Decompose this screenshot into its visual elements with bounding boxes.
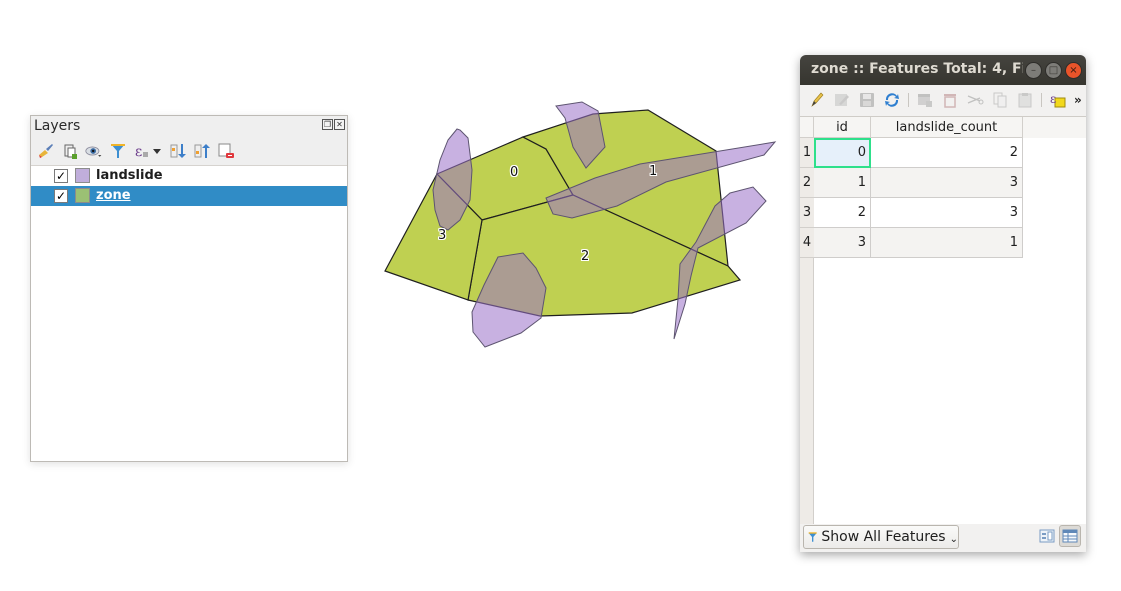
toolbar-overflow-button[interactable]: » xyxy=(1074,93,1082,107)
zone-label-0: 0 xyxy=(510,165,519,180)
layer-symbol-swatch xyxy=(75,188,90,203)
zone-label-1: 1 xyxy=(649,164,658,179)
zone-label-2: 2 xyxy=(581,249,590,264)
feature-filter-dropdown[interactable]: Show All Features ⌄ xyxy=(803,525,959,549)
close-button[interactable]: × xyxy=(1065,62,1082,79)
toolbar-separator xyxy=(908,93,909,107)
table-header-row: id landslide_count xyxy=(800,117,1086,138)
map-canvas[interactable]: 0 1 2 3 xyxy=(360,80,790,380)
close-panel-button[interactable]: ✕ xyxy=(334,119,345,130)
layers-panel: Layers ❐ ✕ ε ✓ landslide ✓ zone xyxy=(30,115,348,462)
cell-id[interactable]: 3 xyxy=(814,228,871,258)
column-header-id[interactable]: id xyxy=(814,117,871,138)
select-by-expression-icon[interactable]: ε xyxy=(1049,91,1067,109)
row-number[interactable]: 4 xyxy=(800,228,814,258)
cell-landslide-count[interactable]: 3 xyxy=(871,168,1023,198)
feature-filter-label: Show All Features xyxy=(821,529,946,545)
cell-id[interactable]: 1 xyxy=(814,168,871,198)
row-number[interactable]: 3 xyxy=(800,198,814,228)
attribute-toolbar: ε » xyxy=(800,86,1086,114)
delete-feature-icon[interactable] xyxy=(941,91,959,109)
corner-cell[interactable] xyxy=(800,117,814,138)
cell-landslide-count[interactable]: 1 xyxy=(871,228,1023,258)
row-number[interactable]: 2 xyxy=(800,168,814,198)
cell-id[interactable]: 0 xyxy=(814,138,871,168)
save-edits-icon[interactable] xyxy=(858,91,876,109)
table-view-button[interactable] xyxy=(1059,525,1081,547)
table-row[interactable]: 4 3 1 xyxy=(800,228,1023,258)
dropdown-arrow-icon: ⌄ xyxy=(949,533,958,545)
attribute-table-window: zone :: Features Total: 4, Fil... – □ × xyxy=(800,55,1086,552)
table-view-icon xyxy=(1062,529,1078,543)
column-header-landslide-count[interactable]: landslide_count xyxy=(871,117,1023,138)
layer-item-landslide[interactable]: ✓ landslide xyxy=(31,166,347,186)
zone-label-3: 3 xyxy=(438,228,447,243)
style-brush-icon[interactable] xyxy=(37,142,55,160)
toolbar-separator xyxy=(1041,93,1042,107)
svg-text:ε: ε xyxy=(135,144,142,160)
toggle-editing-icon[interactable] xyxy=(808,91,826,109)
attribute-table: id landslide_count 1 0 2 2 1 3 3 2 3 4 3… xyxy=(800,116,1086,524)
panel-window-buttons: ❐ ✕ xyxy=(322,119,345,130)
svg-text:ε: ε xyxy=(1050,92,1056,106)
visibility-eye-icon[interactable] xyxy=(85,142,103,160)
layer-visibility-checkbox[interactable]: ✓ xyxy=(54,169,68,183)
cell-landslide-count[interactable]: 3 xyxy=(871,198,1023,228)
expand-all-icon[interactable] xyxy=(169,142,187,160)
table-row[interactable]: 2 1 3 xyxy=(800,168,1023,198)
layer-symbol-swatch xyxy=(75,168,90,183)
cut-icon[interactable] xyxy=(966,91,984,109)
minimize-button[interactable]: – xyxy=(1025,62,1042,79)
attribute-bottom-bar: Show All Features ⌄ xyxy=(800,524,1086,552)
layer-name: landslide xyxy=(96,168,163,183)
window-title: zone :: Features Total: 4, Fil... xyxy=(811,61,1023,77)
window-titlebar[interactable]: zone :: Features Total: 4, Fil... – □ × xyxy=(800,55,1086,85)
map-svg xyxy=(384,101,777,348)
layer-tree: ✓ landslide ✓ zone xyxy=(31,165,347,461)
remove-layer-icon[interactable] xyxy=(217,142,235,160)
add-feature-icon[interactable] xyxy=(916,91,934,109)
collapse-all-icon[interactable] xyxy=(193,142,211,160)
layer-visibility-checkbox[interactable]: ✓ xyxy=(54,189,68,203)
table-row[interactable]: 1 0 2 xyxy=(800,138,1023,168)
maximize-button[interactable]: □ xyxy=(1045,62,1062,79)
cell-id[interactable]: 2 xyxy=(814,198,871,228)
cell-landslide-count[interactable]: 2 xyxy=(871,138,1023,168)
layers-panel-title: Layers xyxy=(34,118,81,134)
layers-toolbar: ε xyxy=(37,140,235,162)
add-group-icon[interactable] xyxy=(61,142,79,160)
copy-icon[interactable] xyxy=(991,91,1009,109)
form-view-icon xyxy=(1039,529,1055,543)
layer-name: zone xyxy=(96,188,131,203)
row-number[interactable]: 1 xyxy=(800,138,814,168)
reload-icon[interactable] xyxy=(883,91,901,109)
layer-item-zone[interactable]: ✓ zone xyxy=(31,186,347,206)
float-panel-button[interactable]: ❐ xyxy=(322,119,333,130)
filter-icon xyxy=(808,532,817,542)
paste-icon[interactable] xyxy=(1016,91,1034,109)
form-view-button[interactable] xyxy=(1036,525,1058,547)
table-row[interactable]: 3 2 3 xyxy=(800,198,1023,228)
filter-icon[interactable] xyxy=(109,142,127,160)
expression-filter-icon[interactable]: ε xyxy=(133,142,163,160)
multi-edit-icon[interactable] xyxy=(833,91,851,109)
